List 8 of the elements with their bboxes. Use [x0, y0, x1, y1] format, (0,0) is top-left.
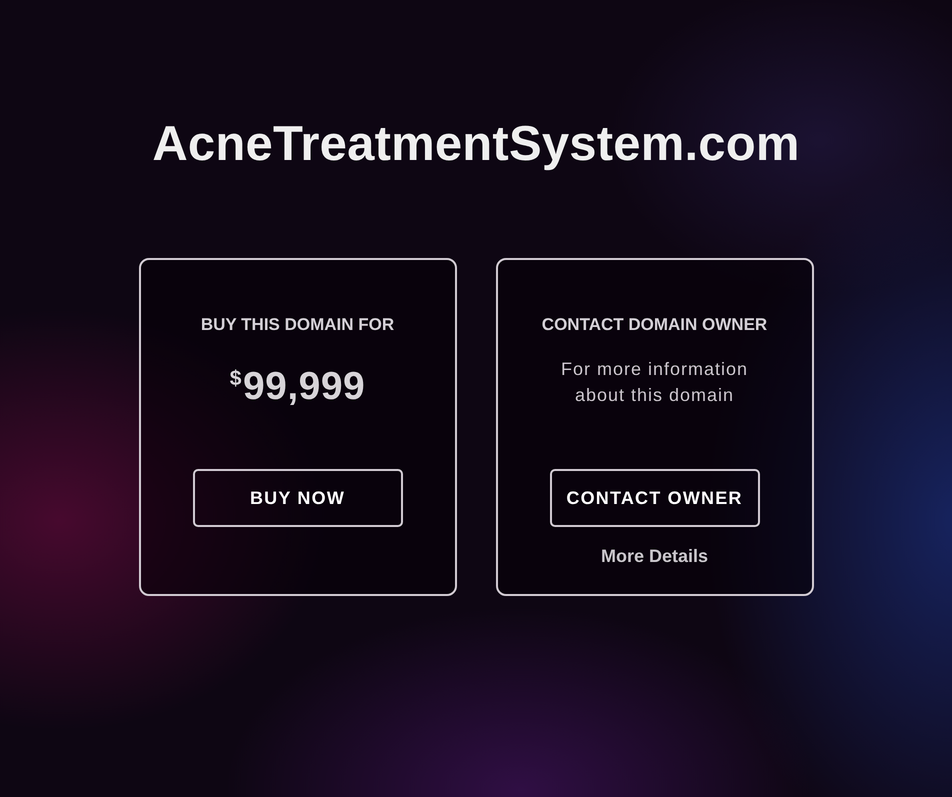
card-description: For more information about this domain: [560, 358, 750, 407]
buy-now-button[interactable]: BUY NOW: [192, 469, 402, 527]
card-heading: BUY THIS DOMAIN FOR: [200, 314, 394, 336]
price: $^{$}$99,999: [230, 364, 366, 410]
more-details-link[interactable]: More Details: [600, 544, 708, 568]
site-title: AcneTreatmentSystem.com: [152, 116, 800, 173]
card-heading: CONTACT DOMAIN OWNER: [542, 314, 768, 336]
contact-owner-button[interactable]: CONTACT OWNER: [550, 469, 760, 527]
